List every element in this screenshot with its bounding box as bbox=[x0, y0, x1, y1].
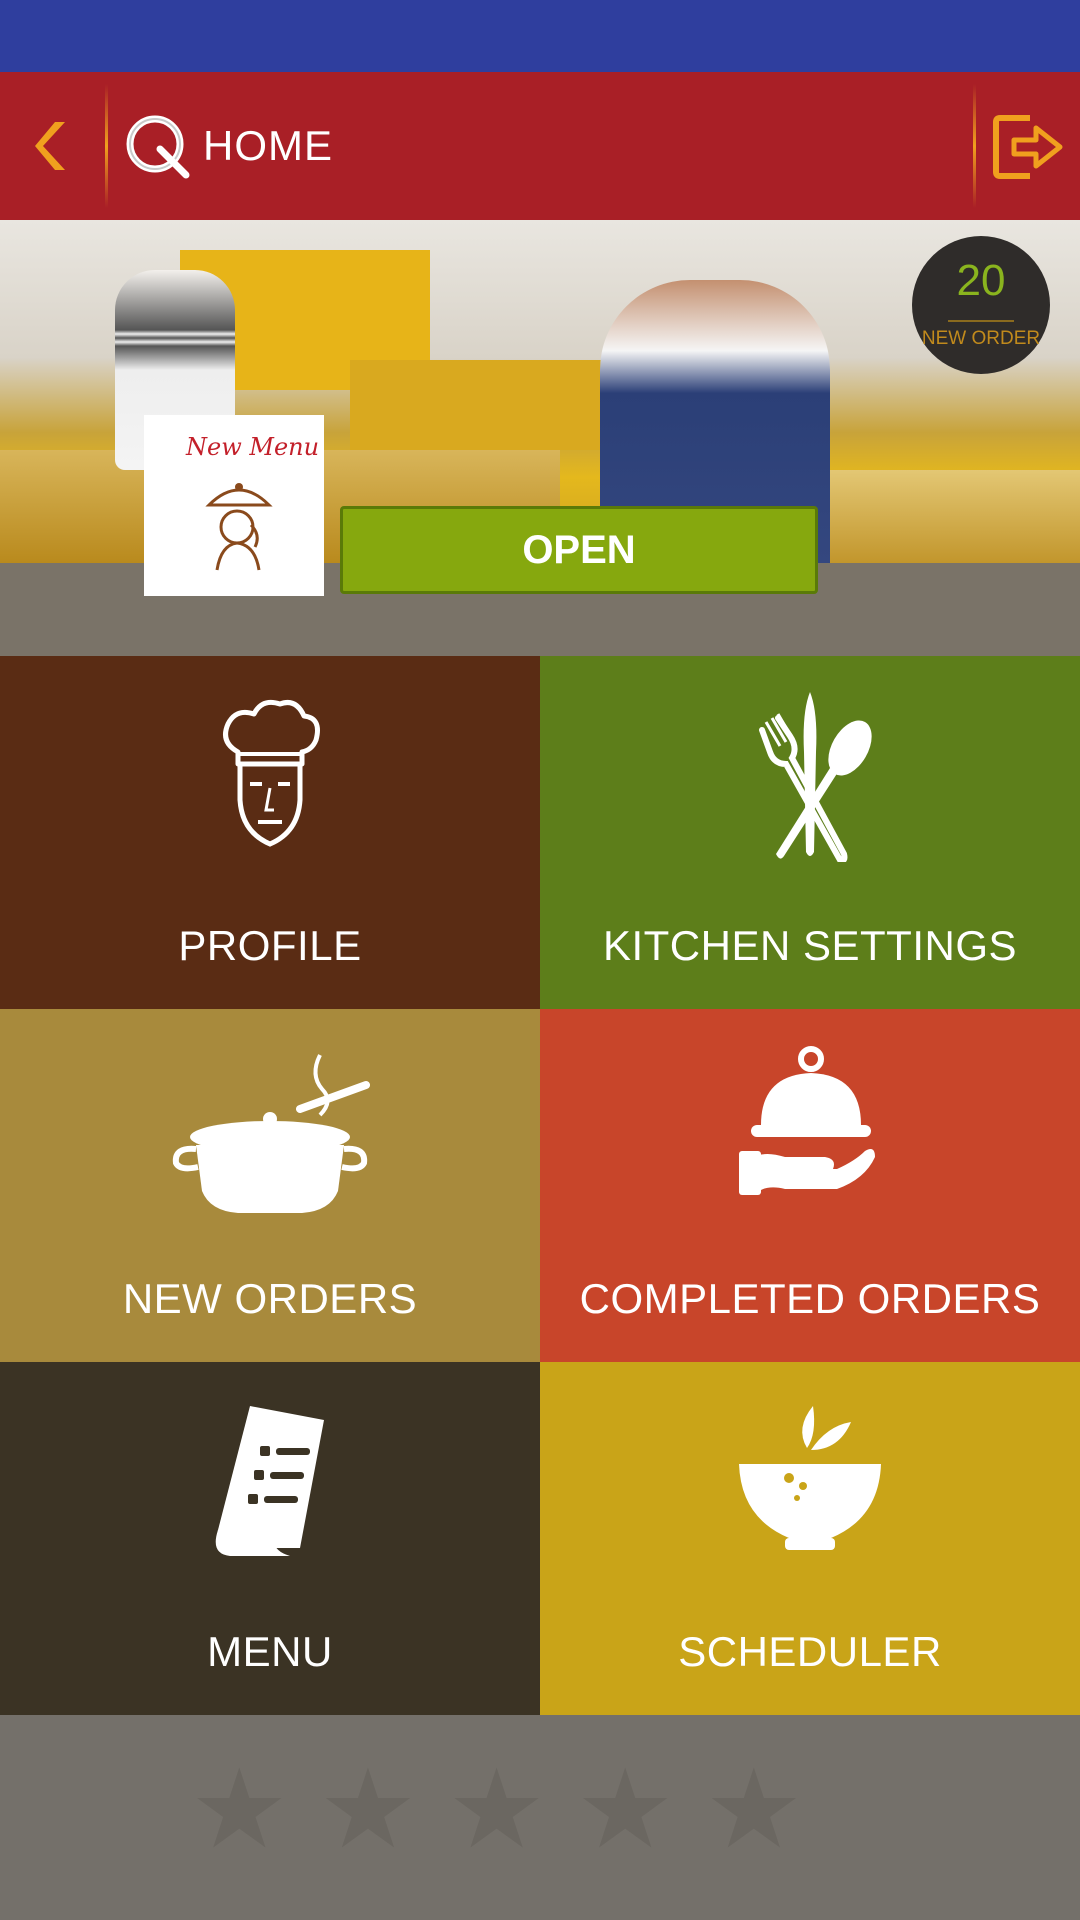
new-order-badge[interactable]: 20 NEW ORDER bbox=[912, 236, 1050, 374]
page-title: HOME bbox=[203, 122, 333, 169]
tile-completed-orders[interactable]: COMPLETED ORDERS bbox=[540, 1009, 1080, 1362]
new-order-label: NEW ORDER bbox=[921, 328, 1041, 349]
fork-spoon-icon bbox=[759, 692, 872, 862]
app-bar: HOME bbox=[0, 72, 1080, 220]
new-order-count: 20 bbox=[956, 256, 1006, 305]
app-bar-divider bbox=[973, 84, 976, 208]
chef-hat-icon bbox=[223, 699, 320, 847]
logout-icon[interactable] bbox=[990, 112, 1064, 182]
badge-divider bbox=[948, 320, 1014, 322]
menu-thumbnail-title: New Menu bbox=[186, 433, 320, 461]
decorative-stars: ★★★★★ bbox=[190, 1748, 834, 1871]
cloche-icon bbox=[739, 1046, 875, 1195]
chevron-left-icon bbox=[34, 122, 65, 170]
tile-menu[interactable]: MENU bbox=[0, 1362, 540, 1715]
menu-list-icon bbox=[215, 1406, 324, 1556]
chef-logo-icon bbox=[205, 483, 273, 571]
back-button[interactable] bbox=[0, 72, 105, 220]
open-button[interactable]: OPEN bbox=[340, 506, 818, 594]
tile-label: MENU bbox=[207, 1628, 333, 1675]
cooking-pot-icon bbox=[172, 1054, 370, 1213]
app-bar-divider bbox=[105, 84, 108, 208]
menu-thumbnail[interactable]: New Menu bbox=[144, 415, 324, 596]
tile-profile[interactable]: PROFILE bbox=[0, 656, 540, 1009]
soup-bowl-icon bbox=[739, 1406, 881, 1550]
tile-label: KITCHEN SETTINGS bbox=[602, 922, 1018, 969]
tile-kitchen-settings[interactable]: KITCHEN SETTINGS bbox=[540, 656, 1080, 1009]
tile-scheduler[interactable]: SCHEDULER bbox=[540, 1362, 1080, 1715]
status-bar bbox=[0, 0, 1080, 72]
background-footer: ★★★★★ bbox=[0, 1715, 1080, 1920]
app-logo-icon bbox=[126, 115, 190, 179]
tile-label: SCHEDULER bbox=[678, 1628, 942, 1675]
tile-new-orders[interactable]: NEW ORDERS bbox=[0, 1009, 540, 1362]
tile-label: NEW ORDERS bbox=[122, 1275, 418, 1322]
tile-label: COMPLETED ORDERS bbox=[579, 1275, 1041, 1322]
tile-label: PROFILE bbox=[178, 922, 362, 969]
